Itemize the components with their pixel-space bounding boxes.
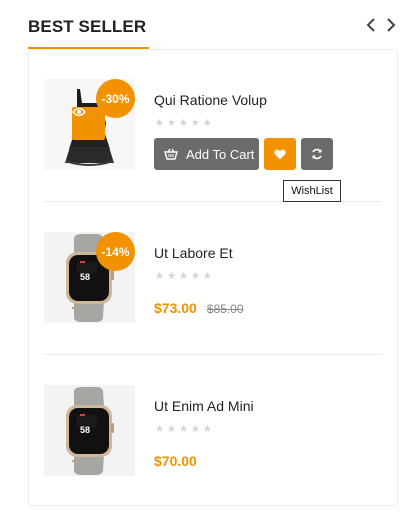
section-header: BEST SELLER	[28, 0, 398, 50]
current-price: $73.00	[154, 300, 197, 316]
eye-icon	[72, 107, 86, 117]
product-name[interactable]: Ut Labore Et	[154, 245, 233, 261]
star-icon: ★	[166, 271, 176, 282]
price-row: $73.00 $85.00	[154, 300, 244, 316]
star-icon: ★	[202, 118, 212, 129]
basket-icon	[164, 148, 178, 160]
chevron-right-icon	[387, 18, 396, 32]
star-icon: ★	[178, 271, 188, 282]
svg-text:58: 58	[80, 272, 90, 282]
product-item: 58 Ut Enim Ad Mini ★ ★ ★ ★ ★ $70.00	[44, 385, 382, 477]
product-item: -30% Qui Ratione Volup ★ ★ ★ ★ ★ Add To …	[44, 79, 382, 171]
rating-stars: ★ ★ ★ ★ ★	[155, 119, 212, 129]
star-icon: ★	[178, 424, 188, 435]
product-image[interactable]: -30%	[44, 79, 135, 170]
star-icon: ★	[155, 118, 164, 129]
heart-icon	[274, 149, 286, 159]
divider	[44, 354, 382, 355]
smartwatch-image: 58	[44, 385, 135, 476]
star-icon: ★	[190, 118, 200, 129]
star-icon: ★	[190, 424, 200, 435]
refresh-icon	[312, 148, 322, 160]
compare-button[interactable]	[301, 138, 333, 170]
star-icon: ★	[155, 271, 164, 282]
star-icon: ★	[166, 118, 176, 129]
product-name[interactable]: Qui Ratione Volup	[154, 92, 267, 108]
star-icon: ★	[190, 271, 200, 282]
current-price: $70.00	[154, 453, 197, 469]
svg-text:58: 58	[80, 425, 90, 435]
best-seller-panel: -30% Qui Ratione Volup ★ ★ ★ ★ ★ Add To …	[28, 49, 398, 506]
star-icon: ★	[155, 424, 164, 435]
add-to-cart-button[interactable]: Add To Cart	[154, 138, 259, 170]
star-icon: ★	[202, 271, 212, 282]
chevron-left-icon	[366, 18, 375, 32]
product-item: 58 -14% Ut Labore Et ★ ★ ★ ★ ★ $73.00 $8…	[44, 232, 382, 324]
old-price: $85.00	[206, 302, 244, 316]
product-image[interactable]: 58	[44, 385, 135, 476]
add-to-cart-label: Add To Cart	[186, 146, 255, 162]
quick-view-button[interactable]	[72, 107, 105, 140]
price-row: $70.00	[154, 453, 197, 469]
product-name[interactable]: Ut Enim Ad Mini	[154, 398, 254, 414]
star-icon: ★	[202, 424, 212, 435]
wishlist-button[interactable]	[264, 138, 296, 170]
section-title: BEST SELLER	[28, 17, 147, 36]
carousel-prev-button[interactable]	[362, 14, 380, 36]
product-image[interactable]: 58 -14%	[44, 232, 135, 323]
product-actions: Add To Cart	[154, 138, 333, 170]
carousel-next-button[interactable]	[382, 14, 400, 36]
star-icon: ★	[178, 118, 188, 129]
wishlist-tooltip: WishList	[283, 180, 341, 202]
discount-badge: -14%	[96, 232, 135, 271]
rating-stars: ★ ★ ★ ★ ★	[155, 272, 212, 282]
rating-stars: ★ ★ ★ ★ ★	[155, 425, 212, 435]
star-icon: ★	[166, 424, 176, 435]
